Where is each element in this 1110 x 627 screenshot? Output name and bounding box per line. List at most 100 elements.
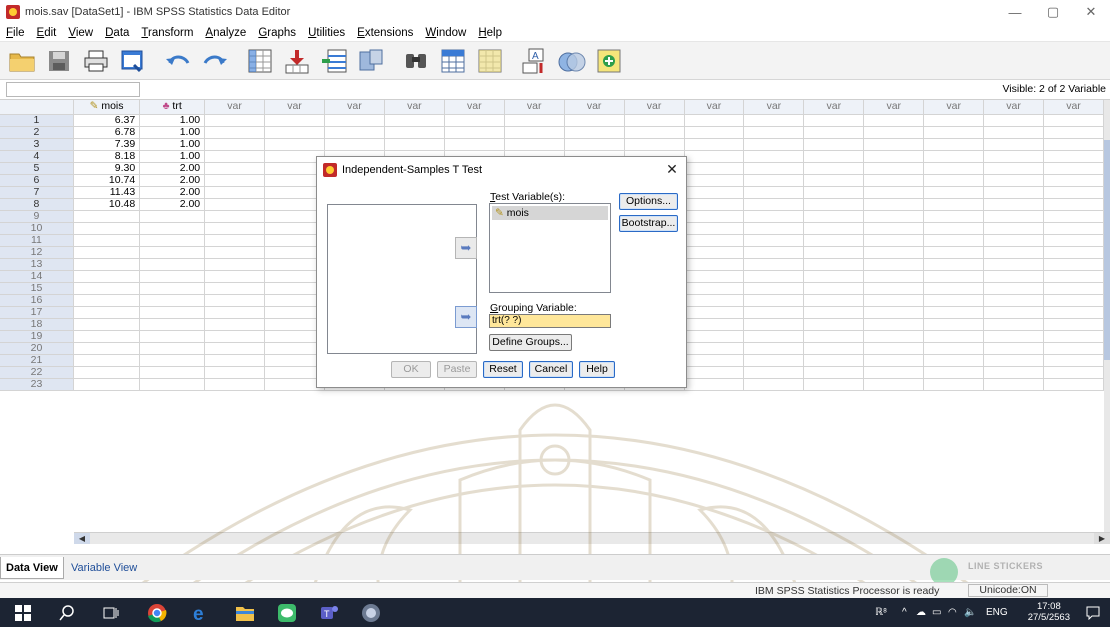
column-header-var-4[interactable]: var — [324, 100, 385, 115]
data-cell[interactable] — [983, 138, 1045, 151]
data-cell[interactable]: 11.43 — [73, 186, 141, 199]
data-cell[interactable] — [863, 234, 925, 247]
data-cell[interactable]: 1.00 — [139, 126, 206, 139]
menu-utilities[interactable]: Utilities — [302, 27, 351, 39]
data-cell[interactable] — [564, 138, 625, 151]
data-cell[interactable] — [743, 270, 805, 283]
insert-variable-icon[interactable] — [476, 47, 504, 75]
data-cell[interactable] — [139, 234, 206, 247]
data-cell[interactable] — [684, 198, 745, 211]
data-cell[interactable] — [983, 354, 1045, 367]
teams-icon[interactable]: T — [318, 602, 340, 624]
data-cell[interactable] — [73, 210, 141, 223]
data-cell[interactable] — [803, 162, 865, 175]
data-cell[interactable] — [863, 366, 925, 379]
variables-icon[interactable] — [320, 47, 348, 75]
data-cell[interactable] — [139, 378, 206, 391]
data-cell[interactable] — [983, 126, 1045, 139]
data-cell[interactable] — [743, 306, 805, 319]
data-cell[interactable] — [73, 294, 141, 307]
notifications-icon[interactable] — [1086, 598, 1100, 627]
data-cell[interactable] — [863, 150, 925, 163]
tray-wifi-icon[interactable]: ◠ — [948, 598, 957, 627]
open-folder-icon[interactable] — [8, 47, 36, 75]
data-cell[interactable] — [983, 282, 1045, 295]
data-cell[interactable] — [73, 342, 141, 355]
data-cell[interactable] — [139, 270, 206, 283]
data-cell[interactable] — [923, 306, 985, 319]
dialog-recall-icon[interactable] — [119, 47, 147, 75]
options-button[interactable]: Options... — [619, 193, 678, 210]
data-cell[interactable] — [923, 162, 985, 175]
data-cell[interactable] — [324, 126, 385, 139]
data-cell[interactable] — [1043, 354, 1104, 367]
data-cell[interactable] — [803, 114, 865, 127]
taskbar-clock[interactable]: 17:08 27/5/2563 — [1028, 601, 1070, 623]
data-cell[interactable] — [624, 114, 685, 127]
data-cell[interactable] — [1043, 114, 1104, 127]
data-cell[interactable] — [863, 246, 925, 259]
data-cell[interactable] — [684, 138, 745, 151]
data-cell[interactable] — [624, 138, 685, 151]
data-cell[interactable] — [803, 222, 865, 235]
data-cell[interactable] — [73, 258, 141, 271]
cell-name-box[interactable] — [6, 82, 140, 97]
search-icon[interactable] — [56, 602, 78, 624]
data-cell[interactable] — [73, 330, 141, 343]
data-cell[interactable] — [923, 342, 985, 355]
test-variables-list[interactable]: ✎ mois — [489, 203, 611, 293]
data-cell[interactable] — [863, 174, 925, 187]
data-cell[interactable] — [204, 246, 266, 259]
data-cell[interactable] — [983, 222, 1045, 235]
column-header-trt[interactable]: ♣ trt — [139, 100, 206, 115]
data-cell[interactable] — [803, 186, 865, 199]
data-cell[interactable] — [923, 378, 985, 391]
data-cell[interactable] — [743, 318, 805, 331]
data-cell[interactable] — [803, 234, 865, 247]
data-cell[interactable] — [684, 378, 745, 391]
data-cell[interactable] — [803, 210, 865, 223]
data-cell[interactable] — [743, 246, 805, 259]
data-cell[interactable] — [1043, 366, 1104, 379]
row-header[interactable]: 11 — [0, 234, 74, 247]
data-cell[interactable] — [73, 270, 141, 283]
menu-analyze[interactable]: Analyze — [199, 27, 252, 39]
data-cell[interactable] — [743, 162, 805, 175]
data-cell[interactable] — [743, 378, 805, 391]
menu-extensions[interactable]: Extensions — [351, 27, 419, 39]
data-cell[interactable] — [743, 150, 805, 163]
data-cell[interactable] — [444, 126, 505, 139]
data-cell[interactable] — [684, 306, 745, 319]
data-cell[interactable] — [863, 294, 925, 307]
chrome-icon[interactable] — [146, 602, 168, 624]
data-cell[interactable]: 6.37 — [73, 114, 141, 127]
file-explorer-icon[interactable] — [234, 602, 256, 624]
data-cell[interactable] — [684, 270, 745, 283]
goto-variable-icon[interactable] — [283, 47, 311, 75]
column-header-var-14[interactable]: var — [923, 100, 985, 115]
data-cell[interactable] — [444, 138, 505, 151]
data-cell[interactable] — [139, 306, 206, 319]
data-cell[interactable] — [923, 198, 985, 211]
data-cell[interactable] — [1043, 174, 1104, 187]
data-cell[interactable]: 1.00 — [139, 150, 206, 163]
cancel-button[interactable]: Cancel — [529, 361, 573, 378]
data-cell[interactable] — [863, 258, 925, 271]
data-cell[interactable] — [504, 126, 565, 139]
data-cell[interactable] — [73, 354, 141, 367]
row-header[interactable]: 23 — [0, 378, 74, 391]
data-cell[interactable] — [1043, 306, 1104, 319]
column-header-var-6[interactable]: var — [444, 100, 505, 115]
line-app-icon[interactable] — [276, 602, 298, 624]
data-cell[interactable] — [803, 270, 865, 283]
data-cell[interactable] — [923, 210, 985, 223]
data-cell[interactable] — [384, 138, 445, 151]
data-cell[interactable] — [624, 126, 685, 139]
data-cell[interactable] — [803, 174, 865, 187]
data-cell[interactable] — [983, 234, 1045, 247]
data-cell[interactable]: 2.00 — [139, 162, 206, 175]
data-cell[interactable] — [863, 222, 925, 235]
data-cell[interactable]: 2.00 — [139, 198, 206, 211]
tray-battery-icon[interactable]: ▭ — [932, 598, 941, 627]
scroll-left-icon[interactable]: ◀ — [74, 533, 90, 544]
